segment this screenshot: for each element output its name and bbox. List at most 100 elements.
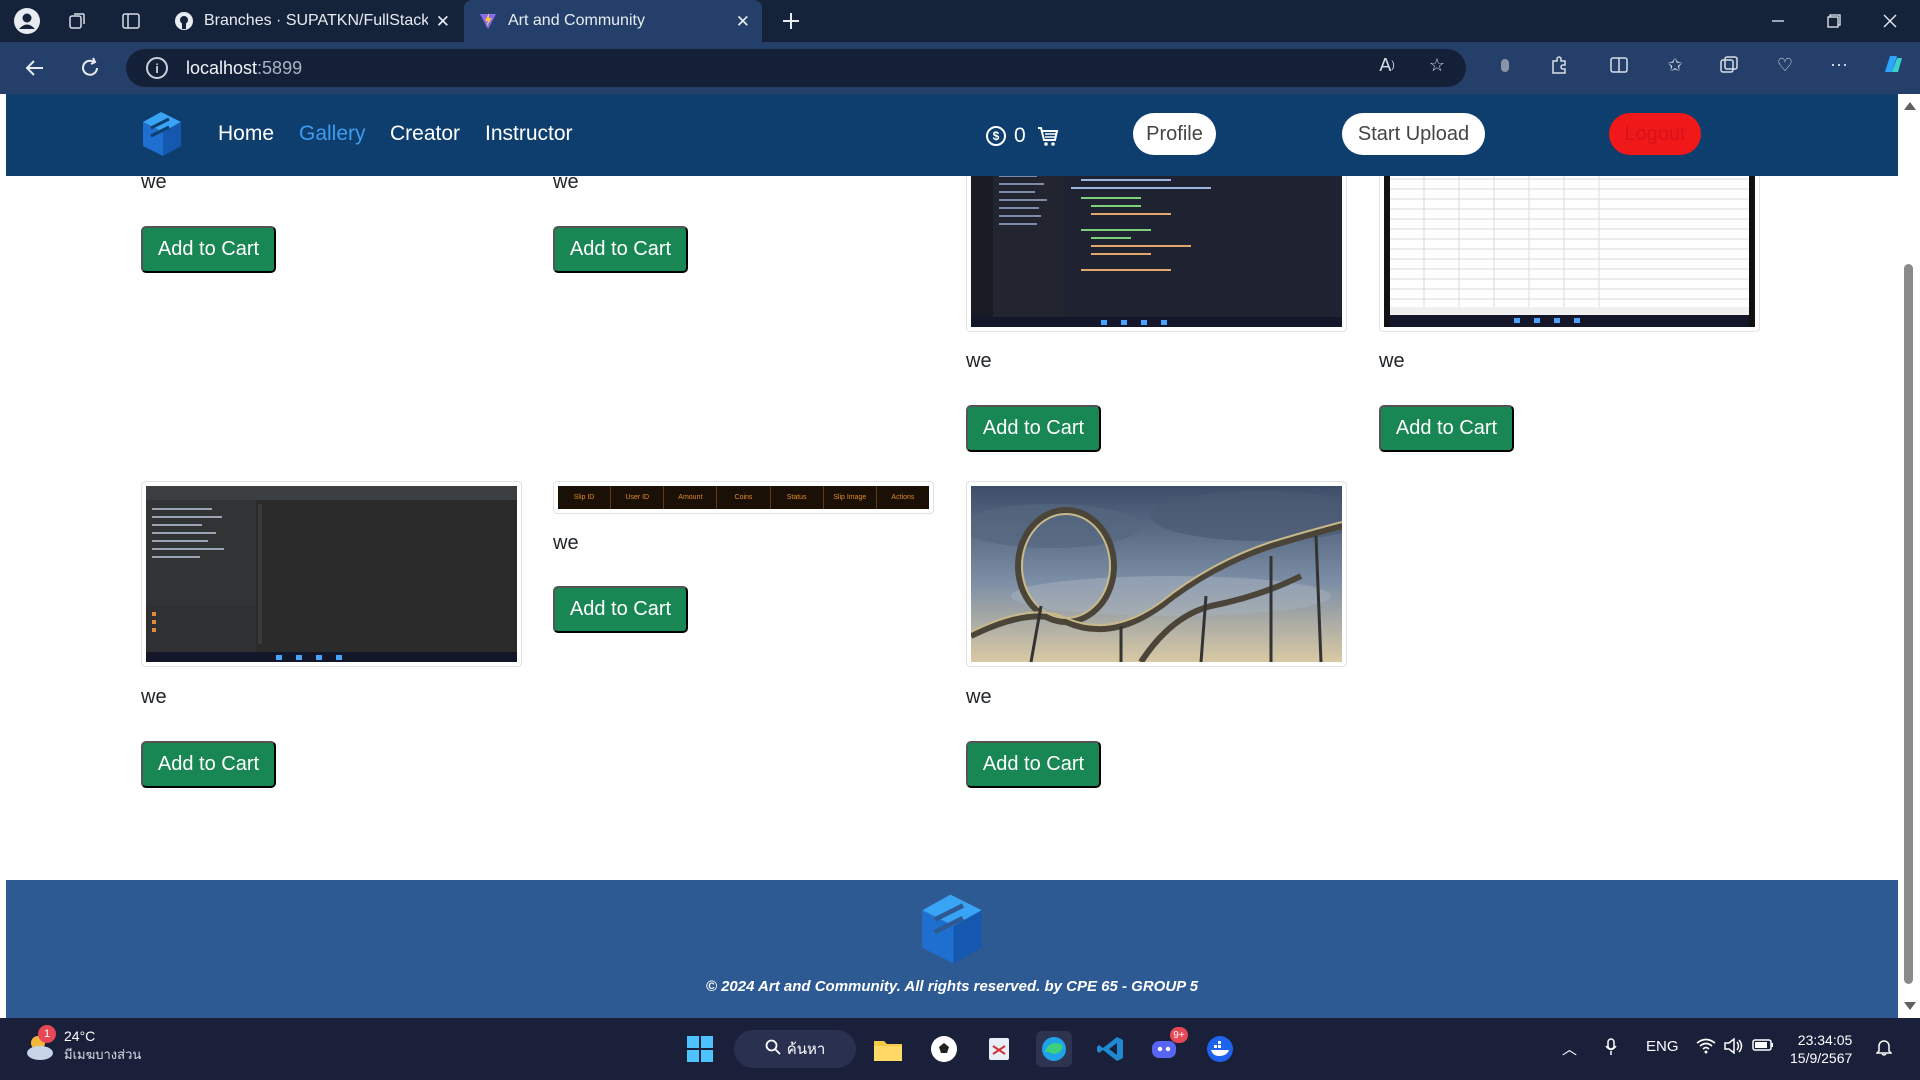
copyright-text: © 2024 Art and Community. All rights res…	[705, 978, 1199, 995]
artwork-image-roller-coaster[interactable]	[966, 481, 1347, 667]
cart-icon[interactable]	[1036, 124, 1060, 148]
extension-dot-icon[interactable]	[1490, 50, 1520, 80]
footer-logo	[916, 888, 988, 970]
windows-taskbar: 1 24°C มีเมฆบางส่วน ค้นหา 9+ ︿ ENG 23:34…	[0, 1018, 1920, 1080]
nav-instructor-link[interactable]: Instructor	[485, 122, 573, 146]
site-info-icon[interactable]: i	[146, 57, 168, 79]
card-caption: we	[553, 532, 579, 554]
minimize-icon[interactable]	[1750, 0, 1806, 42]
discord-badge: 9+	[1170, 1027, 1188, 1043]
search-icon	[765, 1039, 781, 1059]
more-options-icon[interactable]: ⋯	[1824, 50, 1854, 80]
table-header-cell: Slip Image	[824, 486, 877, 509]
copilot-icon[interactable]	[1878, 50, 1908, 80]
temperature-text: 24°C	[64, 1028, 96, 1044]
page-scrollbar[interactable]	[1898, 94, 1920, 1018]
add-to-cart-button[interactable]: Add to Cart	[141, 226, 276, 273]
nav-gallery-link[interactable]: Gallery	[299, 122, 366, 146]
wifi-icon[interactable]	[1696, 1038, 1716, 1058]
battery-icon[interactable]	[1752, 1038, 1774, 1056]
docker-icon[interactable]	[1202, 1031, 1238, 1067]
scrollbar-thumb[interactable]	[1904, 264, 1913, 984]
close-window-icon[interactable]	[1862, 0, 1918, 42]
add-to-cart-button[interactable]: Add to Cart	[553, 586, 688, 633]
table-header-cell: Actions	[891, 494, 915, 501]
card-caption: we	[141, 686, 167, 708]
refresh-icon[interactable]	[75, 53, 105, 83]
page-viewport: Home Gallery Creator Instructor $ 0 Prof…	[6, 94, 1898, 1018]
language-indicator[interactable]: ENG	[1646, 1038, 1679, 1055]
edge-browser-icon[interactable]	[1036, 1031, 1072, 1067]
tab-title: Art and Community	[508, 12, 645, 29]
favorites-icon[interactable]: ✩	[1660, 50, 1690, 80]
taskbar-search[interactable]: ค้นหา	[734, 1030, 856, 1068]
add-to-cart-button[interactable]: Add to Cart	[966, 405, 1101, 452]
microphone-icon[interactable]	[1604, 1038, 1618, 1060]
tab-title: Branches · SUPATKN/FullStack_Pro	[204, 12, 428, 29]
favorite-star-icon[interactable]: ☆	[1422, 50, 1452, 80]
nav-home-link[interactable]: Home	[218, 122, 274, 146]
snipping-tool-icon[interactable]	[982, 1031, 1018, 1067]
site-navbar: Home Gallery Creator Instructor $ 0 Prof…	[6, 94, 1898, 176]
browser-toolbar: i localhost:5899 A) ☆ ✩ ♡ ⋯	[0, 42, 1920, 94]
weather-widget[interactable]: 1 24°C มีเมฆบางส่วน	[22, 1024, 142, 1065]
windows-start-icon[interactable]	[682, 1031, 718, 1067]
notification-bell-icon[interactable]	[1875, 1038, 1893, 1060]
system-clock[interactable]: 23:34:05 15/9/2567	[1790, 1031, 1852, 1067]
vscode-icon[interactable]	[1092, 1031, 1128, 1067]
volume-icon[interactable]	[1724, 1037, 1744, 1058]
card-caption: we	[966, 350, 992, 372]
clock-date: 15/9/2567	[1790, 1050, 1853, 1066]
read-aloud-icon[interactable]: A)	[1372, 50, 1402, 80]
file-explorer-icon[interactable]	[870, 1031, 906, 1067]
tab-art-and-community[interactable]: Art and Community ✕	[464, 0, 762, 42]
new-tab-icon[interactable]	[776, 6, 806, 36]
table-header-cell: Slip ID	[558, 486, 612, 509]
table-header-cell: Coins	[717, 486, 771, 509]
coin-icon: $	[986, 126, 1006, 146]
workspaces-icon[interactable]	[62, 6, 92, 36]
url-text: localhost:5899	[186, 57, 303, 78]
collections-icon[interactable]	[1714, 50, 1744, 80]
discord-icon[interactable]: 9+	[1146, 1027, 1188, 1067]
table-header-cell: Status	[771, 486, 824, 509]
weather-cloud-icon: 1	[22, 1024, 58, 1065]
add-to-cart-button[interactable]: Add to Cart	[1379, 405, 1514, 452]
close-tab-icon[interactable]: ✕	[736, 12, 750, 32]
add-to-cart-button[interactable]: Add to Cart	[966, 741, 1101, 788]
profile-button[interactable]: Profile	[1133, 113, 1216, 155]
github-icon	[174, 11, 194, 31]
scroll-down-icon[interactable]	[1904, 1002, 1916, 1010]
search-label: ค้นหา	[786, 1041, 826, 1058]
split-screen-icon[interactable]	[1604, 50, 1634, 80]
coin-balance: $ 0	[986, 124, 1026, 148]
logout-button[interactable]: Logout	[1609, 113, 1701, 155]
table-header-cell: User ID	[611, 486, 665, 509]
scroll-up-icon[interactable]	[1904, 102, 1916, 110]
restore-icon[interactable]	[1806, 0, 1862, 42]
artwork-image-table-header[interactable]: Slip ID User ID Amount Coins Status Slip…	[553, 481, 934, 514]
soccer-app-icon[interactable]	[926, 1031, 962, 1067]
nav-creator-link[interactable]: Creator	[390, 122, 460, 146]
vite-icon	[478, 11, 498, 31]
start-upload-button[interactable]: Start Upload	[1342, 113, 1485, 155]
clock-time: 23:34:05	[1797, 1032, 1853, 1048]
site-logo[interactable]	[139, 108, 185, 160]
tab-github-branches[interactable]: Branches · SUPATKN/FullStack_Pro ✕	[160, 0, 462, 42]
weather-condition-text: มีเมฆบางส่วน	[64, 1047, 142, 1062]
card-caption: we	[1379, 350, 1405, 372]
vertical-tabs-icon[interactable]	[116, 6, 146, 36]
browser-essentials-icon[interactable]: ♡	[1770, 50, 1800, 80]
extensions-icon[interactable]	[1544, 50, 1574, 80]
close-tab-icon[interactable]: ✕	[436, 12, 450, 32]
notification-badge: 1	[38, 1024, 56, 1043]
add-to-cart-button[interactable]: Add to Cart	[141, 741, 276, 788]
back-icon[interactable]	[20, 53, 50, 83]
card-caption: we	[966, 686, 992, 708]
profile-avatar-icon[interactable]	[12, 6, 42, 36]
artwork-image-ide[interactable]	[141, 481, 522, 667]
add-to-cart-button[interactable]: Add to Cart	[553, 226, 688, 273]
address-bar[interactable]: i localhost:5899	[126, 49, 1466, 87]
show-hidden-icons-icon[interactable]: ︿	[1562, 1038, 1577, 1059]
browser-tab-bar: Branches · SUPATKN/FullStack_Pro ✕ Art a…	[0, 0, 1920, 42]
